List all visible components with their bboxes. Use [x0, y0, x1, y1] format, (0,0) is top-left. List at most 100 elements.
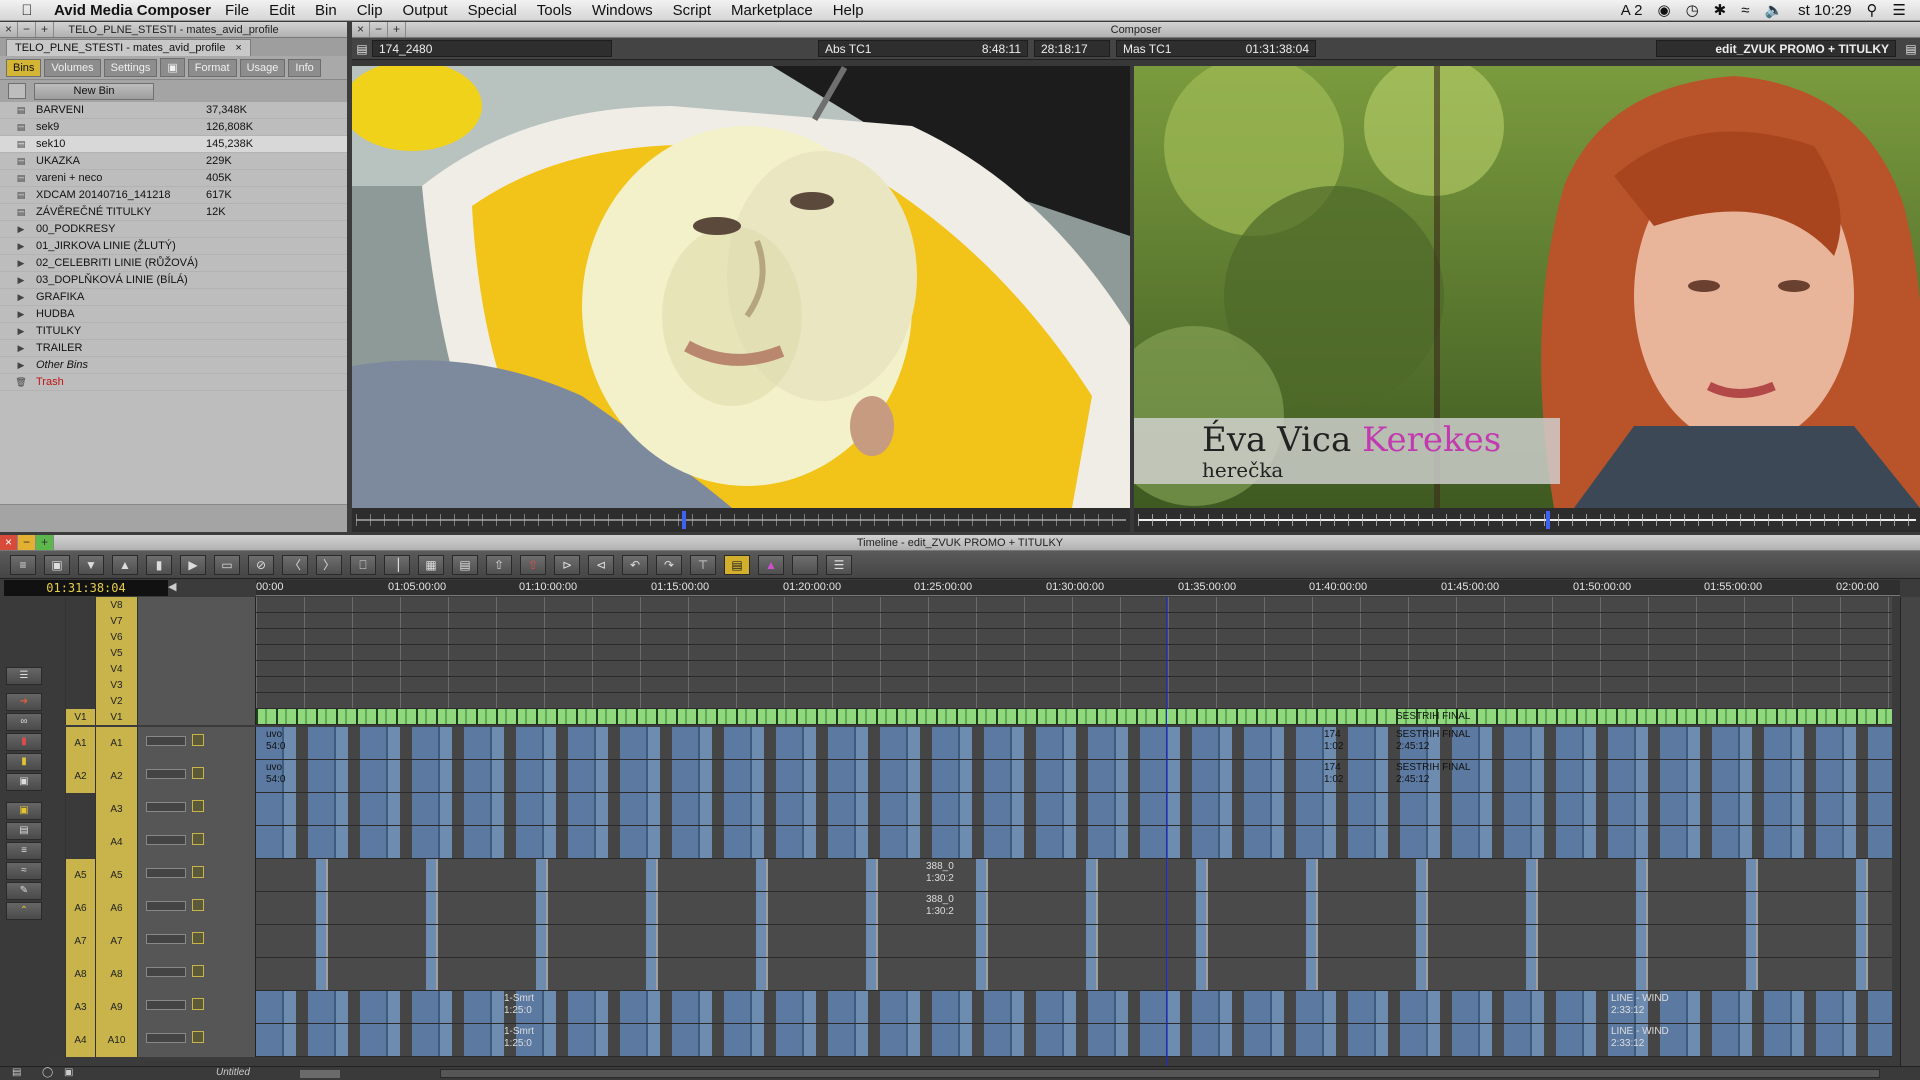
bin-item[interactable]: ▤ XDCAM 20140716_141218 617K	[0, 187, 347, 204]
folder-icon[interactable]: ▶	[14, 292, 28, 302]
bin-item[interactable]: 🗑 Trash	[0, 374, 347, 391]
record-track-selector[interactable]: A5	[96, 859, 138, 892]
record-track-selector[interactable]: A8	[96, 958, 138, 991]
source-track-selector[interactable]: A4	[66, 1024, 96, 1057]
track-controls[interactable]	[138, 597, 256, 613]
menu-output[interactable]: Output	[403, 2, 448, 19]
lift-overwrite-icon[interactable]: ⇧	[486, 554, 512, 575]
source-track-selector[interactable]	[66, 793, 96, 826]
add-edit-icon[interactable]: ⎥	[384, 554, 410, 575]
track-lane[interactable]	[256, 925, 1892, 958]
record-track-selector[interactable]: V1	[96, 709, 138, 725]
overwrite-icon[interactable]: ▶	[180, 554, 206, 575]
project-scrollbar[interactable]	[0, 504, 347, 532]
solo-icon[interactable]	[192, 965, 204, 977]
zoom-slider[interactable]	[300, 1070, 340, 1078]
track-controls[interactable]	[138, 661, 256, 677]
track-controls[interactable]	[138, 709, 256, 725]
record-monitor[interactable]: Éva Vica Kerekes herečka	[1134, 66, 1920, 508]
track-clips[interactable]	[256, 661, 1892, 676]
source-track-selector[interactable]: A5	[66, 859, 96, 892]
record-track-selector[interactable]: A3	[96, 793, 138, 826]
trash-icon[interactable]: 🗑	[14, 377, 28, 387]
spotlight-icon[interactable]: ⚲	[1867, 1, 1878, 19]
track-controls[interactable]	[138, 1024, 256, 1057]
record-track-selector[interactable]: A6	[96, 892, 138, 925]
bin-item[interactable]: ▶ GRAFIKA	[0, 289, 347, 306]
bin-item[interactable]: ▶ TITULKY	[0, 323, 347, 340]
audio-gain-icon[interactable]	[146, 967, 186, 977]
track-controls[interactable]	[138, 991, 256, 1024]
track-clips[interactable]	[256, 709, 1892, 724]
timeline-fast-menu-icon[interactable]: ☰	[826, 554, 852, 575]
sync-icon[interactable]: ◉	[1657, 1, 1670, 19]
solo-icon[interactable]	[192, 866, 204, 878]
track-lane[interactable]	[256, 693, 1892, 709]
bin-item[interactable]: ▶ Other Bins	[0, 357, 347, 374]
source-track-selector[interactable]	[66, 597, 96, 613]
track-controls[interactable]	[138, 727, 256, 760]
bin-item[interactable]: ▶ 01_JIRKOVA LINIE (ŽLUTÝ)	[0, 238, 347, 255]
track-lane[interactable]	[256, 661, 1892, 677]
source-clip-name[interactable]: 174_2480	[372, 40, 612, 57]
audio-icon[interactable]: ▤	[6, 822, 42, 840]
track-lock[interactable]	[48, 859, 66, 892]
segment-icon[interactable]: ▦	[418, 554, 444, 575]
notification-center-icon[interactable]: ☰	[1893, 1, 1906, 19]
menu-special[interactable]: Special	[468, 2, 517, 19]
timeline-settings-icon[interactable]: ≡	[10, 554, 36, 575]
bin-list-menu-icon[interactable]	[8, 83, 26, 99]
abs-tc-field[interactable]: Abs TC1 8:48:11	[818, 40, 1028, 57]
solo-icon[interactable]	[192, 899, 204, 911]
track-lock[interactable]	[48, 677, 66, 693]
track-lock[interactable]	[48, 925, 66, 958]
tab-settings[interactable]: Settings	[103, 58, 158, 77]
record-track-selector[interactable]: V2	[96, 693, 138, 709]
audio-gain-icon[interactable]	[146, 934, 186, 944]
video-track[interactable]: V7	[48, 613, 1900, 629]
record-track-selector[interactable]: A2	[96, 760, 138, 793]
record-track-selector[interactable]: A1	[96, 727, 138, 760]
track-lane[interactable]: 1-Smrt 1:25:0 LINE - WIND 2:33:12	[256, 991, 1892, 1024]
yellow-marker-icon[interactable]: ▮	[6, 753, 42, 771]
track-clips[interactable]	[256, 925, 1892, 957]
record-track-selector[interactable]: V8	[96, 597, 138, 613]
source-monitor[interactable]	[352, 66, 1130, 508]
mark-in-icon[interactable]: 〈	[282, 554, 308, 575]
track-clips[interactable]	[256, 760, 1892, 792]
solo-icon[interactable]	[192, 767, 204, 779]
timeline-maximize-icon[interactable]: +	[36, 535, 54, 550]
splice-in-icon[interactable]: ▮	[146, 554, 172, 575]
audio-gain-icon[interactable]	[146, 769, 186, 779]
source-track-selector[interactable]	[66, 826, 96, 859]
track-menu-icon[interactable]: ☰	[6, 667, 42, 685]
source-track-selector[interactable]: A6	[66, 892, 96, 925]
track-clips[interactable]	[256, 859, 1892, 891]
video-track[interactable]: V4	[48, 661, 1900, 677]
track-controls[interactable]	[138, 859, 256, 892]
video-track[interactable]: V1 V1 SESTRIH FINAL	[48, 709, 1900, 725]
trim-left-icon[interactable]: ⊳	[554, 554, 580, 575]
track-lock[interactable]	[48, 1024, 66, 1057]
audio-gain-icon[interactable]	[146, 802, 186, 812]
lift-icon[interactable]: ▼	[78, 554, 104, 575]
link-icon[interactable]: ∞	[6, 713, 42, 731]
track-lock[interactable]	[48, 597, 66, 613]
track-clips[interactable]	[256, 793, 1892, 825]
audio-gain-icon[interactable]	[146, 1000, 186, 1010]
tab-format[interactable]: Format	[187, 58, 237, 77]
audio-gain-icon[interactable]	[146, 736, 186, 746]
menu-script[interactable]: Script	[673, 2, 711, 19]
film-icon[interactable]: ▣	[64, 1067, 73, 1078]
bin-item[interactable]: ▤ ZÁVĚREČNÉ TITULKY 12K	[0, 204, 347, 221]
audio-track[interactable]: A1 A1 uvo 54:0 SESTRIH FINAL 2:45:12 174 1:02	[48, 727, 1900, 760]
track-lane[interactable]	[256, 613, 1892, 629]
track-controls[interactable]	[138, 677, 256, 693]
source-track-selector[interactable]: A2	[66, 760, 96, 793]
composer-close-icon[interactable]: ×	[352, 22, 370, 37]
track-lock[interactable]	[48, 709, 66, 725]
track-clips[interactable]	[256, 677, 1892, 692]
waveform-icon[interactable]: ≈	[6, 862, 42, 880]
source-track-selector[interactable]: A7	[66, 925, 96, 958]
source-track-selector[interactable]: A1	[66, 727, 96, 760]
